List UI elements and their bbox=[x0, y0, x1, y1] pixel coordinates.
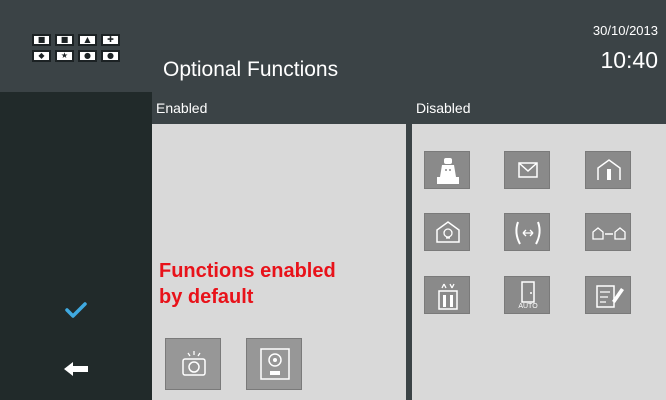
time-display: 10:40 bbox=[600, 47, 658, 73]
tile-notes[interactable] bbox=[585, 276, 631, 314]
tile-home-automation[interactable] bbox=[424, 213, 470, 251]
page-title: Optional Functions bbox=[163, 58, 339, 81]
door-panel-icon bbox=[260, 348, 290, 380]
tile-door-auto[interactable]: AUTO bbox=[504, 276, 550, 314]
confirm-button[interactable] bbox=[56, 295, 96, 325]
tile-house-to-house[interactable] bbox=[585, 213, 631, 251]
check-icon bbox=[65, 302, 87, 318]
default-functions-note: Functions enabled by default bbox=[159, 260, 336, 308]
message-icon bbox=[518, 162, 538, 178]
auto-label: AUTO bbox=[518, 303, 538, 310]
enabled-column-header: Enabled bbox=[152, 92, 406, 124]
sidebar bbox=[0, 92, 152, 400]
disabled-column-header: Disabled bbox=[412, 92, 666, 124]
home-automation-icon bbox=[436, 221, 460, 243]
tile-home[interactable] bbox=[585, 151, 631, 189]
tile-camera[interactable] bbox=[165, 338, 221, 390]
column-divider bbox=[406, 92, 412, 400]
back-button[interactable] bbox=[56, 354, 96, 384]
intercom-transfer-icon bbox=[515, 221, 541, 245]
house-to-house-icon bbox=[592, 227, 626, 240]
notes-icon bbox=[596, 285, 624, 308]
concierge-icon bbox=[437, 158, 459, 184]
logo-grid-icon: ■ ■ ▲ ✚ ◆ ★ ● ● bbox=[32, 34, 124, 66]
tile-lift[interactable] bbox=[424, 276, 470, 314]
tile-door-panel[interactable] bbox=[246, 338, 302, 390]
tile-message[interactable] bbox=[504, 151, 550, 189]
back-arrow-icon bbox=[64, 362, 88, 376]
top-bar: ■ ■ ▲ ✚ ◆ ★ ● ● Optional Functions 30/10… bbox=[0, 0, 666, 92]
tile-concierge[interactable] bbox=[424, 151, 470, 189]
camera-icon bbox=[182, 351, 206, 376]
tile-intercom-transfer[interactable] bbox=[504, 213, 550, 251]
date-display: 30/10/2013 bbox=[592, 23, 658, 38]
home-icon bbox=[597, 159, 621, 180]
lift-icon bbox=[438, 283, 458, 310]
